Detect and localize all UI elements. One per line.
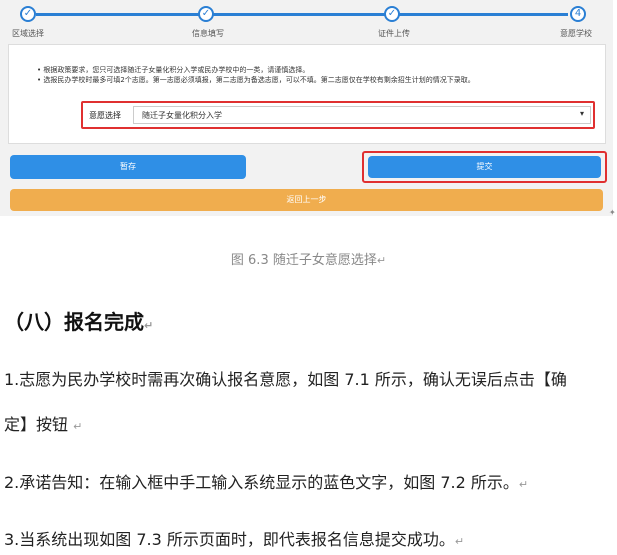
paragraph-1b: 定】按钮 ↵ [4, 411, 82, 435]
step-label-school: 意愿学校 [560, 29, 592, 38]
progress-line [36, 13, 568, 16]
policy-notice: • 根据政策要求，您只可选择随迁子女量化积分入学或民办学校中的一类，请谨慎选择。… [37, 65, 597, 85]
step-number-badge: 4 [570, 6, 586, 22]
section-heading: （八）报名完成↵ [4, 306, 153, 335]
step-label-region: 区域选择 [12, 29, 44, 38]
paragraph-mark-icon: ↵ [73, 420, 83, 433]
paragraph-mark-icon: ↵ [144, 319, 154, 332]
notice-line: • 根据政策要求，您只可选择随迁子女量化积分入学或民办学校中的一类，请谨慎选择。 [37, 66, 310, 74]
paragraph-3-text: 3.当系统出现如图 7.3 所示页面时，即代表报名信息提交成功。 [4, 530, 455, 549]
preference-select-highlight: 意愿选择 随迁子女量化积分入学 ▾ [81, 101, 595, 129]
submit-button-highlight: 提交 [362, 151, 607, 183]
check-icon: ✓ [198, 6, 214, 22]
submit-button[interactable]: 提交 [368, 156, 601, 178]
paragraph-mark-icon: ↵ [454, 535, 465, 548]
check-icon: ✓ [20, 6, 36, 22]
preference-select-value: 随迁子女量化积分入学 [142, 111, 222, 120]
save-draft-button[interactable]: 暂存 [10, 155, 246, 179]
heading-text: （八）报名完成 [4, 310, 144, 334]
back-button[interactable]: 返回上一步 [10, 189, 603, 211]
anchor-mark-icon: ✦ [609, 208, 616, 217]
preference-panel: • 根据政策要求，您只可选择随迁子女量化积分入学或民办学校中的一类，请谨慎选择。… [8, 44, 606, 144]
notice-line: • 选报民办学校时最多可填2个志愿。第一志愿必须填报，第二志愿为备选志愿，可以不… [37, 76, 475, 84]
embedded-screenshot: ✓ 区域选择 ✓ 信息填写 ✓ 证件上传 4 意愿学校 • 根据政策要求，您只可… [0, 0, 616, 217]
caption-text: 图 6.3 随迁子女意愿选择 [230, 253, 377, 268]
paragraph-mark-icon: ↵ [376, 254, 387, 267]
progress-steps: ✓ 区域选择 ✓ 信息填写 ✓ 证件上传 4 意愿学校 [0, 0, 613, 44]
paragraph-3: 3.当系统出现如图 7.3 所示页面时，即代表报名信息提交成功。↵ [4, 526, 464, 550]
paragraph-2-text: 2.承诺告知：在输入框中手工输入系统显示的蓝色文字，如图 7.2 所示。 [4, 473, 519, 492]
paragraph-1a: 1.志愿为民办学校时需再次确认报名意愿，如图 7.1 所示，确认无误后点击【确 [4, 370, 567, 389]
check-icon: ✓ [384, 6, 400, 22]
paragraph-mark-icon: ↵ [518, 478, 529, 491]
step-label-info: 信息填写 [192, 29, 224, 38]
preference-select-label: 意愿选择 [89, 111, 121, 120]
preference-select[interactable]: 随迁子女量化积分入学 ▾ [133, 106, 591, 124]
figure-caption: 图 6.3 随迁子女意愿选择↵ [0, 249, 617, 268]
dropdown-caret-icon: ▾ [579, 109, 584, 118]
paragraph-1b-text: 定】按钮 [4, 415, 69, 434]
step-label-docs: 证件上传 [378, 29, 410, 38]
paragraph-2: 2.承诺告知：在输入框中手工输入系统显示的蓝色文字，如图 7.2 所示。↵ [4, 469, 528, 493]
